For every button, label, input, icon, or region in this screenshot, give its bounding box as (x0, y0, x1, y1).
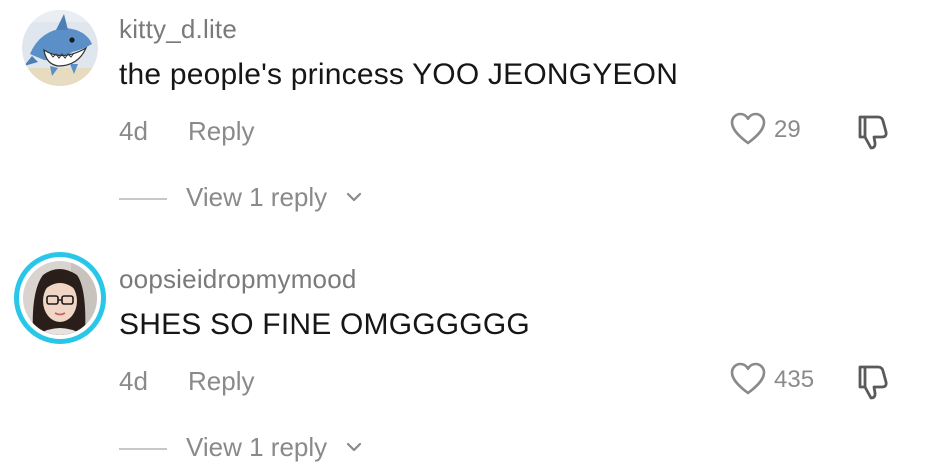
comment-timestamp: 4d (119, 366, 148, 396)
like-button[interactable]: 29 (730, 112, 840, 150)
like-count: 435 (774, 366, 815, 393)
comment-list: kitty_d.lite the people's princess YOO J… (0, 0, 925, 470)
avatar[interactable] (14, 252, 106, 344)
view-replies-label: View 1 reply (186, 432, 328, 462)
view-replies-label: View 1 reply (186, 182, 328, 212)
dislike-button[interactable] (852, 112, 892, 152)
dislike-button[interactable] (852, 362, 892, 402)
comment-text: SHES SO FINE OMGGGGGG (119, 308, 530, 341)
reply-button[interactable]: Reply (188, 116, 254, 147)
heart-icon (730, 362, 766, 395)
divider (119, 198, 167, 200)
comment-username[interactable]: kitty_d.lite (119, 14, 237, 45)
view-replies-button[interactable]: View 1 reply (119, 432, 419, 466)
comment-username[interactable]: oopsieidropmymood (119, 264, 357, 295)
like-count: 29 (774, 116, 801, 143)
like-button[interactable]: 435 (730, 362, 840, 400)
comment-timestamp: 4d (119, 116, 148, 146)
thumbs-down-icon (858, 365, 888, 400)
person-photo-avatar-icon (23, 261, 97, 335)
comment-item: oopsieidropmymood SHES SO FINE OMGGGGGG … (0, 250, 925, 470)
view-replies-button[interactable]: View 1 reply (119, 182, 419, 216)
heart-icon (730, 112, 766, 145)
reply-button[interactable]: Reply (188, 366, 254, 397)
divider (119, 448, 167, 450)
chevron-down-icon (346, 442, 362, 452)
thumbs-down-icon (858, 115, 888, 150)
chevron-down-icon (346, 192, 362, 202)
comment-text: the people's princess YOO JEONGYEON (119, 58, 679, 91)
avatar-photo (23, 261, 97, 335)
avatar[interactable] (22, 10, 98, 86)
shark-avatar-icon (22, 10, 98, 86)
comment-item: kitty_d.lite the people's princess YOO J… (0, 0, 925, 235)
